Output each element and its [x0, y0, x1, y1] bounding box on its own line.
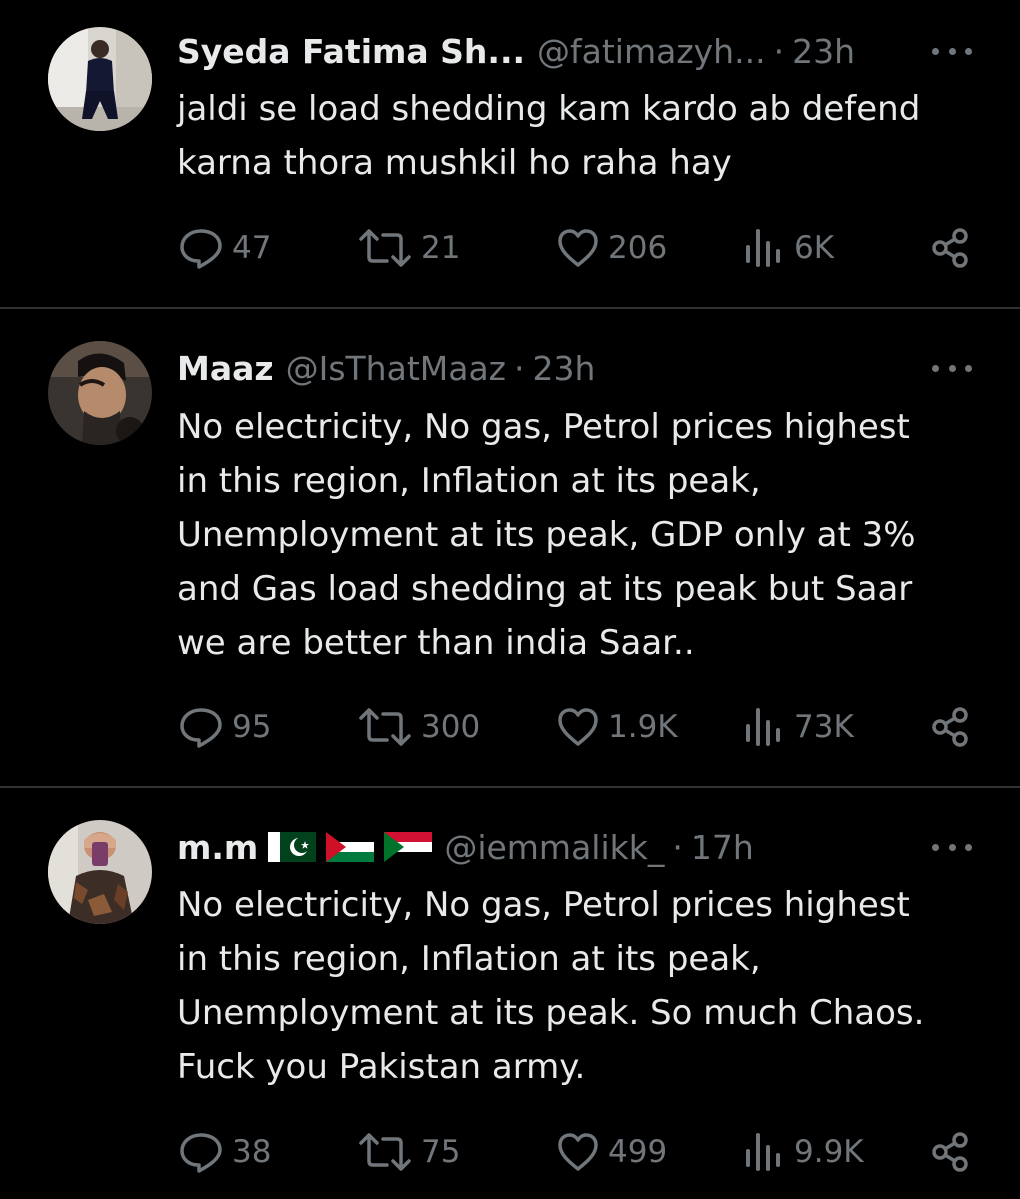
- like-button[interactable]: 499: [556, 1130, 667, 1174]
- share-icon: [932, 1132, 968, 1172]
- share-icon: [932, 707, 968, 747]
- separator-dot: ·: [672, 827, 683, 867]
- user-handle[interactable]: @fatimazyh...: [537, 32, 766, 71]
- heart-icon: [558, 708, 598, 746]
- reply-icon: [180, 708, 222, 748]
- user-handle[interactable]: @iemmalikk_: [444, 828, 664, 867]
- heart-icon: [558, 1133, 598, 1171]
- repost-button[interactable]: 300: [357, 705, 480, 749]
- reply-button[interactable]: 38: [178, 1130, 271, 1174]
- display-name[interactable]: Maaz: [177, 349, 274, 388]
- tweet-header: m.m @iemmalikk_ · 17h: [177, 825, 970, 869]
- tweet-text-line: we are better than india Saar..: [177, 623, 695, 663]
- repost-icon: [359, 229, 411, 267]
- reply-button[interactable]: 95: [178, 705, 271, 749]
- display-name[interactable]: m.m: [177, 828, 258, 867]
- tweet[interactable]: Syeda Fatima Sh... @fatimazyh... · 23h j…: [0, 0, 1020, 308]
- tweet-header: Maaz @IsThatMaaz · 23h: [177, 346, 970, 390]
- timestamp[interactable]: 23h: [533, 349, 596, 388]
- share-button[interactable]: [930, 1130, 980, 1174]
- like-count: 499: [608, 1134, 668, 1170]
- share-icon: [932, 228, 968, 268]
- heart-icon: [558, 229, 598, 267]
- views-button[interactable]: 6K: [742, 226, 834, 270]
- like-count: 206: [608, 230, 668, 266]
- views-button[interactable]: 73K: [742, 705, 854, 749]
- tweet-text-line: Unemployment at its peak. So much Chaos.: [177, 993, 925, 1033]
- tweet-text-line: karna thora mushkil ho raha hay: [177, 143, 732, 183]
- share-button[interactable]: [930, 226, 980, 270]
- sudan-flag-icon: [384, 832, 433, 862]
- timestamp[interactable]: 23h: [792, 32, 855, 71]
- views-button[interactable]: 9.9K: [742, 1130, 864, 1174]
- repost-count: 21: [421, 230, 461, 266]
- avatar[interactable]: [48, 27, 152, 131]
- share-button[interactable]: [930, 705, 980, 749]
- like-count: 1.9K: [608, 709, 678, 745]
- timeline-feed: Syeda Fatima Sh... @fatimazyh... · 23h j…: [0, 0, 1020, 1199]
- action-bar: 47 21 206 6K: [0, 226, 1020, 270]
- avatar[interactable]: [48, 341, 152, 445]
- tweet-text-line: No electricity, No gas, Petrol prices hi…: [177, 885, 910, 925]
- like-button[interactable]: 206: [556, 226, 667, 270]
- repost-icon: [359, 1133, 411, 1171]
- views-count: 6K: [794, 230, 835, 266]
- woman-in-dark-outfit-photo: [48, 27, 152, 131]
- reply-icon: [180, 1133, 222, 1173]
- tweet-text: No electricity, No gas, Petrol prices hi…: [177, 400, 977, 670]
- tweet-text: No electricity, No gas, Petrol prices hi…: [177, 878, 977, 1094]
- reply-button[interactable]: 47: [178, 226, 271, 270]
- tweet-text-line: in this region, Inflation at its peak,: [177, 939, 761, 979]
- like-button[interactable]: 1.9K: [556, 705, 678, 749]
- reply-icon: [180, 229, 222, 269]
- repost-button[interactable]: 21: [357, 226, 460, 270]
- repost-icon: [359, 708, 411, 746]
- views-icon: [746, 1133, 780, 1171]
- reply-count: 38: [232, 1134, 272, 1170]
- views-icon: [746, 229, 780, 267]
- views-icon: [746, 708, 780, 746]
- display-name[interactable]: Syeda Fatima Sh...: [177, 32, 525, 71]
- tweet-text-line: No electricity, No gas, Petrol prices hi…: [177, 407, 910, 447]
- views-count: 73K: [794, 709, 854, 745]
- repost-count: 75: [421, 1134, 461, 1170]
- tweet-text-line: Unemployment at its peak, GDP only at 3%: [177, 515, 916, 555]
- separator-dot: ·: [773, 31, 785, 71]
- tweet-text-line: jaldi se load shedding kam kardo ab defe…: [177, 89, 921, 129]
- tweet[interactable]: m.m @iemmalikk_ · 17h No electricity, No…: [0, 788, 1020, 1199]
- repost-button[interactable]: 75: [357, 1130, 460, 1174]
- action-bar: 95 300 1.9K 73K: [0, 705, 1020, 749]
- tweet-text-line: Fuck you Pakistan army.: [177, 1047, 586, 1087]
- mirror-selfie-photo: [48, 820, 152, 924]
- reply-count: 47: [232, 230, 272, 266]
- tweet-text: jaldi se load shedding kam kardo ab defe…: [177, 82, 977, 190]
- separator-dot: ·: [514, 348, 525, 388]
- more-options-icon[interactable]: [932, 41, 972, 61]
- palestine-flag-icon: [326, 832, 375, 862]
- action-bar: 38 75 499 9.9K: [0, 1130, 1020, 1174]
- man-portrait-photo: [48, 341, 152, 445]
- tweet-text-line: and Gas load shedding at its peak but Sa…: [177, 569, 913, 609]
- views-count: 9.9K: [794, 1134, 864, 1170]
- more-options-icon[interactable]: [932, 358, 972, 378]
- user-handle[interactable]: @IsThatMaaz: [286, 349, 506, 388]
- reply-count: 95: [232, 709, 272, 745]
- tweet-text-line: in this region, Inflation at its peak,: [177, 461, 761, 501]
- tweet[interactable]: Maaz @IsThatMaaz · 23h No electricity, N…: [0, 309, 1020, 787]
- pakistan-flag-icon: [268, 832, 317, 862]
- more-options-icon[interactable]: [932, 837, 972, 857]
- tweet-header: Syeda Fatima Sh... @fatimazyh... · 23h: [177, 29, 970, 73]
- repost-count: 300: [421, 709, 481, 745]
- avatar[interactable]: [48, 820, 152, 924]
- timestamp[interactable]: 17h: [691, 828, 754, 867]
